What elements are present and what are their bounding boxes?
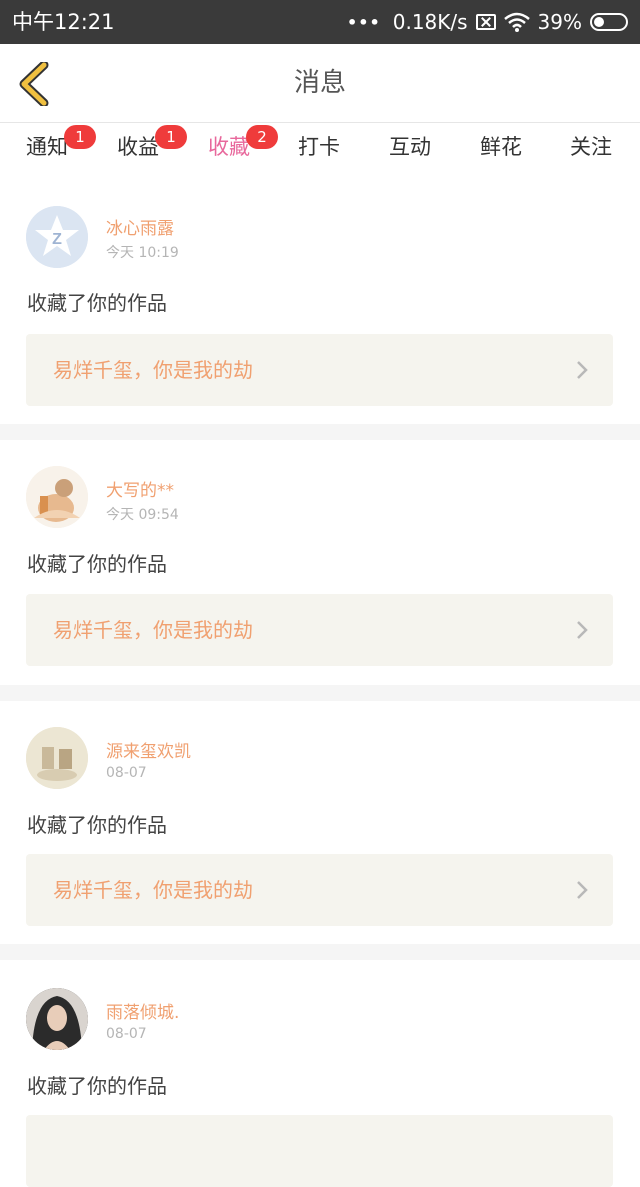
- tab-follow[interactable]: 关注: [570, 133, 612, 173]
- battery-percent: 39%: [537, 10, 582, 34]
- app-header: 消息: [0, 44, 640, 123]
- favorite-item: 大写的** 今天 09:54 收藏了你的作品 易烊千玺，你是我的劫: [0, 440, 640, 685]
- timestamp: 08-07: [106, 1026, 147, 1042]
- unread-badge: 1: [64, 125, 96, 149]
- timestamp: 今天 10:19: [106, 245, 179, 261]
- work-link[interactable]: 易烊千玺，你是我的劫: [26, 334, 613, 406]
- avatar[interactable]: Z: [26, 206, 88, 268]
- avatar[interactable]: [26, 727, 88, 789]
- user-photo-icon: [26, 466, 88, 528]
- tab-label: 收益: [117, 135, 159, 159]
- timestamp: 今天 09:54: [106, 507, 179, 523]
- page-title: 消息: [293, 68, 346, 98]
- work-link[interactable]: [26, 1115, 613, 1187]
- tab-label: 通知: [26, 135, 68, 159]
- tab-flowers[interactable]: 鲜花: [480, 133, 522, 173]
- work-title: 易烊千玺，你是我的劫: [53, 358, 253, 382]
- avatar[interactable]: [26, 988, 88, 1050]
- more-dots-icon: •••: [347, 12, 381, 32]
- unread-badge: 1: [155, 125, 187, 149]
- default-avatar-icon: Z: [26, 206, 88, 268]
- tab-label: 互动: [389, 135, 431, 159]
- work-title: 易烊千玺，你是我的劫: [53, 618, 253, 642]
- tab-label: 收藏: [208, 135, 250, 159]
- user-photo-icon: [26, 988, 88, 1050]
- divider: [0, 685, 640, 701]
- chevron-right-icon: [577, 881, 588, 899]
- avatar[interactable]: [26, 466, 88, 528]
- tab-label: 鲜花: [480, 135, 522, 159]
- timestamp: 08-07: [106, 765, 147, 781]
- chevron-right-icon: [577, 361, 588, 379]
- tab-checkin[interactable]: 打卡: [298, 133, 340, 173]
- divider: [0, 944, 640, 960]
- user-photo-icon: [26, 727, 88, 789]
- favorite-item: 源来玺欢凯 08-07 收藏了你的作品 易烊千玺，你是我的劫: [0, 701, 640, 944]
- work-link[interactable]: 易烊千玺，你是我的劫: [26, 854, 613, 926]
- tab-label: 打卡: [298, 135, 340, 159]
- work-title: 易烊千玺，你是我的劫: [53, 878, 253, 902]
- favorite-item: 雨落倾城. 08-07 收藏了你的作品: [0, 960, 640, 1187]
- tab-label: 关注: [570, 135, 612, 159]
- favorite-item: Z 冰心雨露 今天 10:19 收藏了你的作品 易烊千玺，你是我的劫: [0, 174, 640, 424]
- action-text: 收藏了你的作品: [27, 291, 167, 315]
- user-name[interactable]: 大写的**: [106, 476, 174, 501]
- status-bar: 中午12:21 ••• 0.18K/s 39%: [0, 0, 640, 44]
- wifi-icon: [503, 12, 530, 32]
- tab-favorites[interactable]: 收藏 2: [208, 125, 278, 180]
- work-link[interactable]: 易烊千玺，你是我的劫: [26, 594, 613, 666]
- status-time: 中午12:21: [12, 10, 115, 34]
- action-text: 收藏了你的作品: [27, 1074, 167, 1098]
- user-name[interactable]: 雨落倾城.: [106, 998, 179, 1023]
- user-name[interactable]: 源来玺欢凯: [106, 737, 191, 762]
- tab-interactions[interactable]: 互动: [389, 133, 431, 173]
- tab-earnings[interactable]: 收益 1: [117, 125, 187, 173]
- tab-bar: 通知 1 收益 1 收藏 2 打卡 互动 鲜花 关注: [0, 123, 640, 180]
- action-text: 收藏了你的作品: [27, 813, 167, 837]
- network-speed: 0.18K/s: [392, 10, 468, 34]
- divider: [0, 424, 640, 440]
- svg-text:Z: Z: [52, 231, 62, 248]
- unread-badge: 2: [246, 125, 278, 149]
- tab-notifications[interactable]: 通知 1: [26, 125, 96, 173]
- battery-icon: [590, 13, 628, 31]
- chevron-right-icon: [577, 621, 588, 639]
- user-name[interactable]: 冰心雨露: [106, 214, 174, 239]
- sim-error-icon: [475, 14, 496, 30]
- action-text: 收藏了你的作品: [27, 552, 167, 576]
